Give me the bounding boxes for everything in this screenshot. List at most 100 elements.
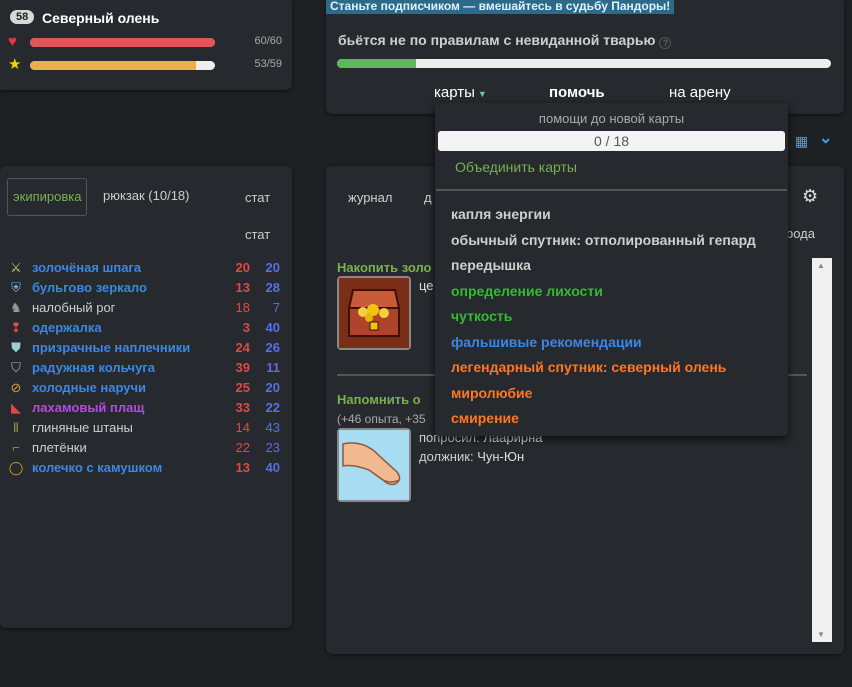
- equipment-list: ⚔ золочёная шпага 20 20 ⛨ бульгово зеркало 13 2…: [8, 258, 284, 478]
- equipment-stat-magic: 11: [266, 360, 280, 375]
- shield-icon: ⛨: [11, 280, 21, 295]
- journal-scrollbar[interactable]: ▲ ▼: [812, 258, 832, 642]
- equipment-stat-magic: 22: [265, 400, 280, 415]
- card-item[interactable]: миролюбие: [451, 382, 756, 408]
- equipment-item[interactable]: ⛊ призрачные наплечники 24 26: [8, 338, 284, 358]
- boots-icon: ⌐: [12, 440, 20, 455]
- equipment-item[interactable]: ◣ лахамовый плащ 33 22: [8, 398, 284, 418]
- equipment-stat-power: 3: [242, 320, 250, 335]
- equipment-stat-power: 13: [235, 460, 250, 475]
- card-item[interactable]: чуткость: [451, 305, 756, 331]
- equipment-stat-magic: 20: [265, 260, 280, 275]
- debtor-name[interactable]: Чун-Юн: [477, 449, 524, 464]
- help-button[interactable]: помочь: [549, 84, 605, 101]
- equipment-item-name[interactable]: золочёная шпага: [32, 258, 141, 278]
- equipment-stat-power: 24: [235, 340, 250, 355]
- arena-button[interactable]: на арену: [669, 84, 731, 101]
- equipment-stat-magic: 40: [265, 320, 280, 335]
- merge-cards-button[interactable]: Объединить карты: [455, 159, 577, 175]
- scroll-down-icon[interactable]: ▼: [817, 630, 825, 639]
- task-title: Накопить золо: [337, 260, 432, 275]
- equipment-item-name[interactable]: колечко с камушком: [32, 458, 162, 478]
- equipment-item-name[interactable]: одержалка: [32, 318, 102, 338]
- stat-header: стат: [245, 190, 271, 205]
- equipment-item-name[interactable]: плетёнки: [32, 438, 87, 458]
- equipment-item-name[interactable]: радужная кольчуга: [32, 358, 155, 378]
- debtor-label: должник:: [419, 449, 474, 464]
- equipment-item-name[interactable]: призрачные наплечники: [32, 338, 190, 358]
- equipment-item-name[interactable]: холодные наручи: [32, 378, 146, 398]
- equipment-item[interactable]: ♞ налобный рог 18 7: [8, 298, 284, 318]
- equipment-item-name[interactable]: глиняные штаны: [32, 418, 133, 438]
- equipment-stat-power: 22: [235, 440, 250, 455]
- task-debtor: должник: Чун-Юн: [419, 449, 524, 464]
- equipment-stat-magic: 40: [265, 460, 280, 475]
- card-item[interactable]: смирение: [451, 407, 756, 433]
- equipment-stat-power: 25: [235, 380, 250, 395]
- dropdown-divider: [436, 189, 787, 191]
- equipment-item-name[interactable]: налобный рог: [32, 298, 115, 318]
- scroll-up-icon[interactable]: ▲: [817, 261, 825, 270]
- task-title: Напомнить о: [337, 392, 421, 407]
- help-icon[interactable]: ?: [659, 37, 672, 49]
- health-bar-fill: [30, 38, 215, 47]
- health-row: ♥ 60/60: [8, 34, 284, 52]
- tab-equipment[interactable]: экипировка: [7, 178, 88, 216]
- bracer-icon: ⊘: [10, 380, 22, 395]
- equipment-stat-power: 13: [235, 280, 250, 295]
- equipment-item[interactable]: ❢ одержалка 3 40: [8, 318, 284, 338]
- task-reward-note: (+46 опыта, +35: [337, 412, 426, 426]
- equipment-item[interactable]: ⌐ плетёнки 22 23: [8, 438, 284, 458]
- card-item[interactable]: капля энергии: [451, 203, 756, 229]
- equipment-item[interactable]: ⛨ бульгово зеркало 13 28: [8, 278, 284, 298]
- equipment-item[interactable]: Ⅱглиняные штаны 14 43: [8, 418, 284, 438]
- gear-icon[interactable]: ⚙: [802, 186, 818, 207]
- action-status-text: бьётся не по правилам с невиданной тварь…: [338, 32, 656, 48]
- tab-right-partial[interactable]: рода: [786, 226, 815, 241]
- equipment-item-name[interactable]: лахамовый плащ: [32, 398, 144, 418]
- card-item[interactable]: определение лихости: [451, 280, 756, 306]
- tab-partial[interactable]: д: [424, 190, 432, 205]
- equipment-stat-magic: 20: [265, 380, 280, 395]
- hero-name[interactable]: Северный олень: [42, 10, 159, 26]
- tab-backpack[interactable]: рюкзак (10/18): [103, 178, 190, 216]
- equipment-item[interactable]: ◯ колечко с камушком 13 40: [8, 458, 284, 478]
- tab-journal[interactable]: журнал: [348, 190, 392, 205]
- amulet-icon: ❢: [10, 320, 22, 335]
- cards-counter: 0 / 18: [438, 131, 785, 151]
- action-progress-bar: [337, 59, 831, 68]
- equipment-stat-power: 39: [235, 360, 250, 375]
- level-badge: 58: [10, 10, 35, 24]
- armor-icon: ⛉: [11, 360, 21, 375]
- equipment-item[interactable]: ⚔ золочёная шпага 20 20: [8, 258, 284, 278]
- equipment-item[interactable]: ⛉ радужная кольчуга 39 11: [8, 358, 284, 378]
- chevron-down-icon[interactable]: ⌄: [819, 128, 832, 148]
- equipment-stat-magic: 26: [265, 340, 280, 355]
- card-item[interactable]: фальшивые рекомендации: [451, 331, 756, 357]
- action-panel: Станьте подписчиком — вмешайтесь в судьб…: [326, 0, 844, 114]
- cards-list: капля энергии обычный спутник: отполирова…: [451, 203, 756, 433]
- gold-bar: [30, 61, 215, 70]
- pointing-hand-image: [337, 428, 411, 502]
- cloak-icon: ◣: [11, 400, 21, 415]
- equipment-stat-power: 20: [235, 260, 250, 275]
- card-item[interactable]: легендарный спутник: северный олень: [451, 356, 756, 382]
- equipment-stat-magic: 28: [265, 280, 280, 295]
- cards-dropdown-toggle[interactable]: карты ▼: [434, 84, 487, 101]
- grid-icon[interactable]: ▦: [795, 133, 808, 150]
- equipment-item-name[interactable]: бульгово зеркало: [32, 278, 147, 298]
- horn-icon: ♞: [10, 300, 22, 315]
- equipment-item[interactable]: ⊘ холодные наручи 25 20: [8, 378, 284, 398]
- ring-icon: ◯: [8, 460, 24, 475]
- inventory-panel: экипировка рюкзак (10/18) стат стат ⚔ зол…: [0, 166, 292, 628]
- card-item[interactable]: обычный спутник: отполированный гепард: [451, 229, 756, 255]
- action-status: бьётся не по правилам с невиданной тварь…: [338, 32, 672, 49]
- subscription-promo[interactable]: Станьте подписчиком — вмешайтесь в судьб…: [326, 0, 675, 14]
- equipment-stat-power: 18: [235, 300, 250, 315]
- action-progress-fill: [337, 59, 417, 68]
- card-item[interactable]: передышка: [451, 254, 756, 280]
- caret-down-icon: ▼: [477, 89, 487, 99]
- equipment-stat-magic: 43: [265, 420, 280, 435]
- equipment-stat-magic: 7: [272, 300, 280, 315]
- pauldron-icon: ⛊: [11, 340, 21, 355]
